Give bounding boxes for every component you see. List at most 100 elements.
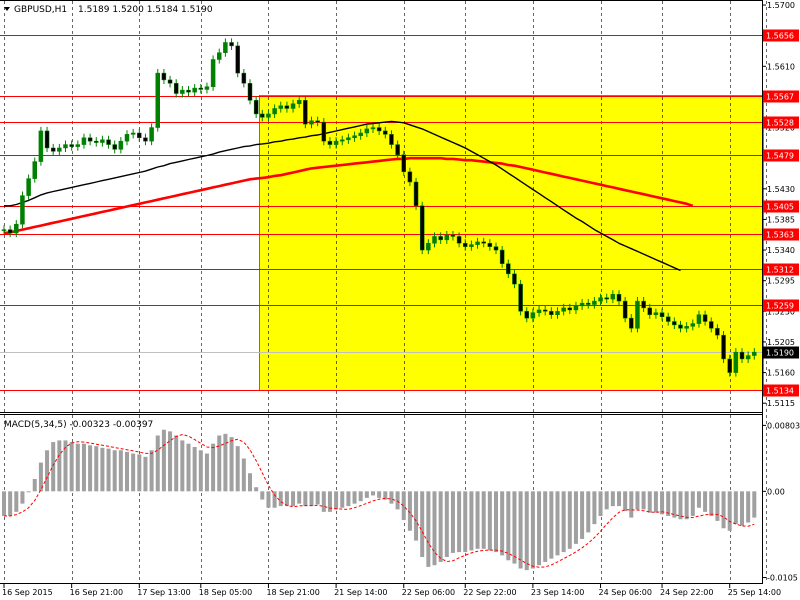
macd-bar bbox=[358, 491, 363, 502]
time-tick-label: 22 Sep 06:00 bbox=[402, 588, 455, 597]
candle-body bbox=[26, 178, 31, 196]
candle-body bbox=[278, 105, 283, 109]
level-label: 1.5363 bbox=[766, 231, 794, 240]
candle-body bbox=[38, 130, 44, 162]
candle-body bbox=[407, 171, 413, 183]
macd-bar bbox=[371, 491, 375, 496]
candle-body bbox=[376, 127, 382, 132]
macd-tick-label: 0.00803 bbox=[767, 421, 800, 430]
macd-bar bbox=[211, 443, 216, 492]
macd-bar bbox=[75, 443, 80, 492]
candle-body bbox=[364, 128, 370, 134]
candle-body bbox=[573, 305, 579, 311]
candle-body bbox=[709, 321, 714, 329]
candle-body bbox=[752, 351, 757, 356]
macd-bar bbox=[629, 491, 634, 518]
macd-bar bbox=[155, 435, 160, 492]
macd-bar bbox=[592, 491, 597, 525]
candle-body bbox=[290, 103, 296, 109]
macd-bar bbox=[180, 440, 185, 492]
macd-bar bbox=[327, 491, 332, 512]
candle-body bbox=[592, 300, 597, 305]
candle-body bbox=[130, 132, 136, 135]
candle-body bbox=[340, 139, 345, 142]
macd-bar bbox=[678, 491, 683, 520]
candle-body bbox=[696, 314, 702, 324]
candle-body bbox=[678, 324, 683, 329]
candle-body bbox=[561, 307, 566, 312]
candle-body bbox=[266, 113, 271, 118]
candle-body bbox=[44, 130, 50, 149]
candle-body bbox=[20, 195, 25, 225]
macd-bar bbox=[51, 442, 56, 492]
candle-body bbox=[173, 83, 179, 94]
macd-bar bbox=[414, 491, 419, 541]
candle-body bbox=[69, 144, 74, 147]
candle-body bbox=[469, 244, 474, 247]
time-tick-label: 25 Sep 14:00 bbox=[728, 588, 781, 597]
candle-body bbox=[616, 294, 622, 302]
macd-bar bbox=[727, 491, 732, 531]
macd-bar bbox=[469, 491, 474, 551]
candle-body bbox=[81, 137, 87, 145]
candle-body bbox=[426, 243, 431, 251]
candle-body bbox=[622, 300, 628, 319]
macd-bar bbox=[401, 491, 406, 521]
candle-body bbox=[327, 140, 333, 145]
candle-body bbox=[715, 328, 720, 336]
candle-body bbox=[721, 334, 726, 360]
candle-body bbox=[432, 236, 437, 244]
macd-bar bbox=[696, 491, 701, 508]
macd-bar bbox=[254, 487, 259, 492]
chart-window[interactable]: 1.57001.56101.55201.54301.53851.53401.52… bbox=[0, 0, 800, 600]
macd-bar bbox=[100, 447, 105, 492]
candle-body bbox=[727, 358, 732, 373]
price-chart[interactable]: 1.57001.56101.55201.54301.53851.53401.52… bbox=[0, 0, 800, 600]
candle-body bbox=[567, 307, 573, 311]
candle-body bbox=[241, 72, 247, 84]
candle-body bbox=[124, 134, 130, 142]
macd-bar bbox=[137, 454, 142, 492]
candle-body bbox=[395, 144, 400, 156]
candle-body bbox=[296, 100, 302, 104]
macd-bar bbox=[106, 448, 111, 492]
candle-body bbox=[475, 241, 480, 245]
candle-body bbox=[309, 120, 314, 125]
current-price-label: 1.5190 bbox=[766, 349, 794, 358]
time-tick-label: 18 Sep 05:00 bbox=[199, 588, 252, 597]
macd-bar bbox=[112, 450, 117, 492]
macd-bar bbox=[149, 450, 154, 492]
candle-body bbox=[223, 42, 228, 53]
candle-body bbox=[739, 351, 745, 360]
time-tick-label: 23 Sep 14:00 bbox=[531, 588, 584, 597]
time-tick-label: 24 Sep 06:00 bbox=[599, 588, 652, 597]
macd-bar bbox=[389, 491, 394, 504]
candle-body bbox=[87, 137, 93, 142]
macd-bar bbox=[198, 450, 203, 492]
macd-bar bbox=[272, 491, 277, 508]
macd-bar bbox=[14, 491, 19, 512]
macd-bar bbox=[131, 453, 136, 492]
macd-bar bbox=[746, 491, 751, 523]
candle-body bbox=[629, 317, 634, 329]
candle-body bbox=[50, 147, 56, 152]
macd-bar bbox=[752, 491, 757, 518]
macd-bar bbox=[63, 440, 68, 492]
macd-bar bbox=[604, 491, 609, 510]
macd-bar bbox=[340, 491, 345, 508]
candle-body bbox=[346, 137, 351, 141]
highlight-zone[interactable] bbox=[259, 95, 764, 391]
macd-bar bbox=[567, 491, 572, 549]
candle-body bbox=[702, 314, 708, 322]
macd-bar bbox=[168, 431, 173, 492]
candle-body bbox=[665, 316, 671, 322]
macd-bar bbox=[721, 491, 726, 529]
price-tick-label: 1.5700 bbox=[767, 1, 795, 10]
candle-body bbox=[112, 144, 117, 150]
macd-bar bbox=[641, 491, 646, 510]
macd-bar bbox=[733, 491, 738, 525]
macd-bar bbox=[561, 491, 566, 553]
macd-bar bbox=[463, 491, 468, 553]
macd-bar bbox=[143, 456, 148, 492]
candle-body bbox=[180, 89, 185, 94]
